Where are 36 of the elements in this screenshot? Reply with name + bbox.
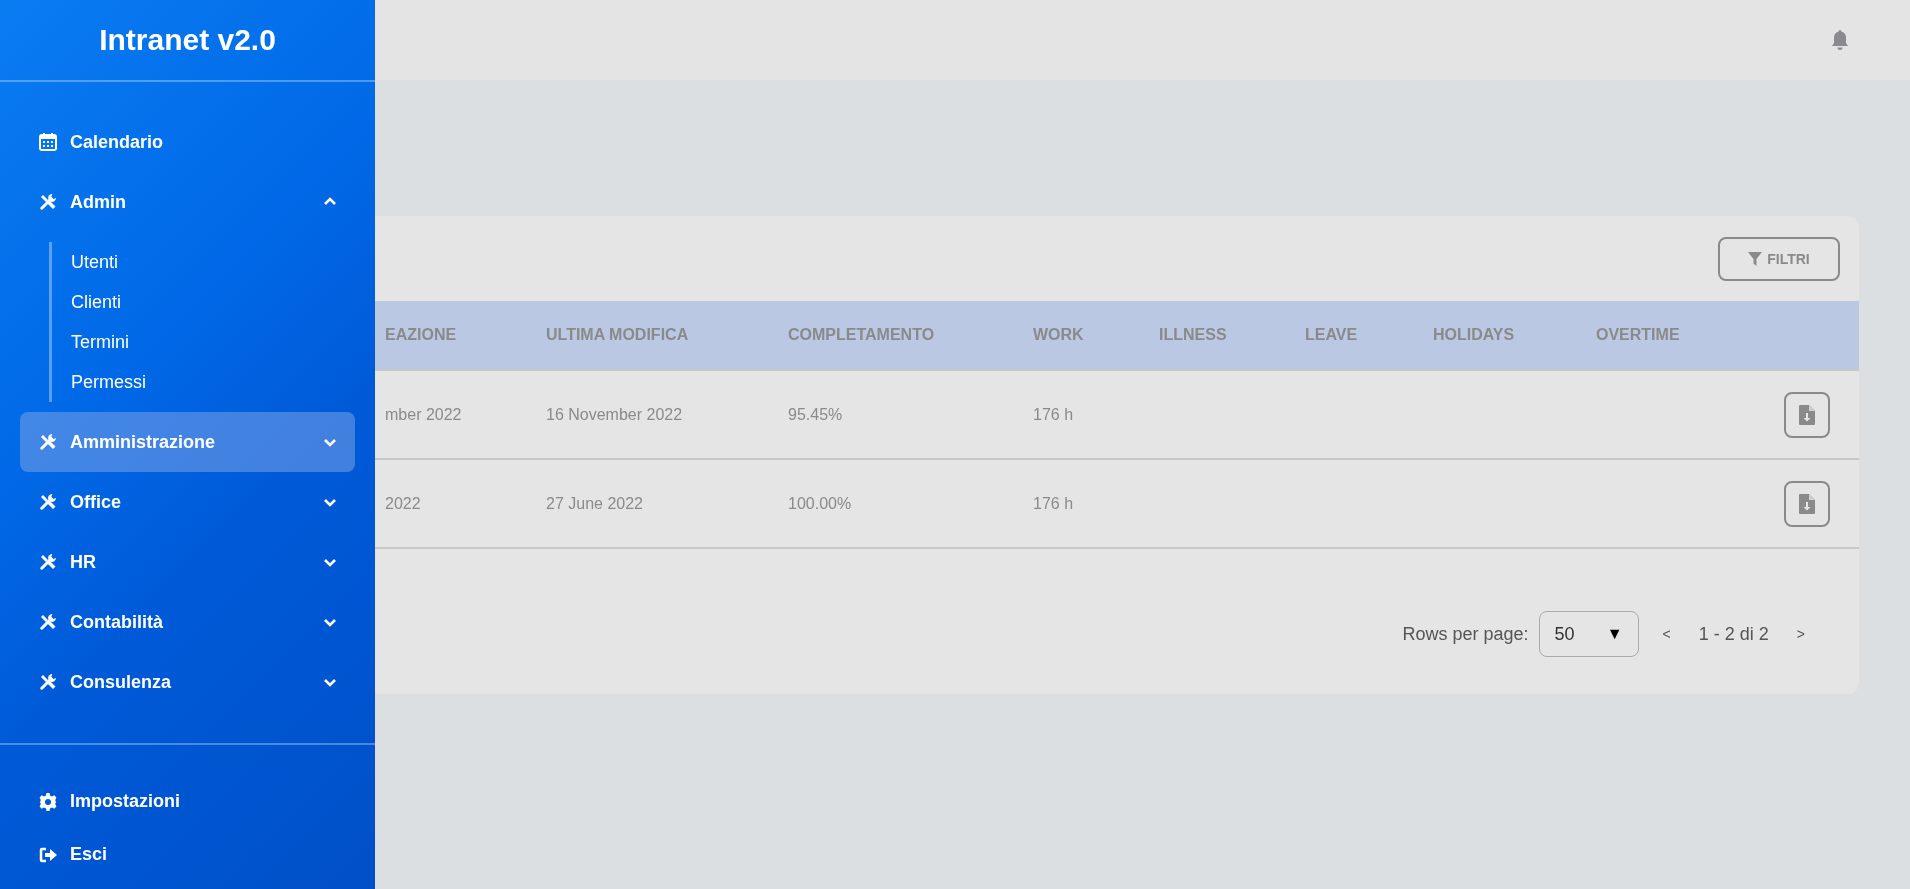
sidebar-item[interactable]: Admin bbox=[20, 172, 355, 232]
submenu-item[interactable]: Permessi bbox=[71, 362, 375, 402]
column-header: ILLNESS bbox=[1159, 326, 1228, 344]
column-header: COMPLETAMENTO bbox=[788, 326, 936, 344]
submenu-item[interactable]: Clienti bbox=[71, 282, 375, 322]
sidebar-item[interactable]: Esci bbox=[20, 828, 355, 881]
column-header: OVERTIME bbox=[1596, 326, 1681, 344]
sidebar-item[interactable]: Office bbox=[20, 472, 355, 532]
table-cell-text: 176 h bbox=[1033, 494, 1075, 513]
next-page-button[interactable]: > bbox=[1782, 626, 1819, 642]
app-title: Intranet v2.0 bbox=[99, 23, 276, 57]
table-cell-text: 95.45% bbox=[788, 405, 844, 424]
table-cell-text: 100.00% bbox=[788, 494, 853, 513]
column-header: HOLIDAYS bbox=[1433, 326, 1516, 344]
column-header: LEAVE bbox=[1305, 326, 1359, 344]
submenu-item[interactable]: Termini bbox=[71, 322, 375, 362]
table-cell-text: 27 June 2022 bbox=[546, 494, 644, 513]
sidebar-item[interactable]: Consulenza bbox=[20, 652, 355, 712]
column-header: ULTIMA MODIFICA bbox=[546, 326, 690, 344]
rows-per-page-select[interactable]: 50 ▼ bbox=[1538, 611, 1639, 657]
table-cell-text: 16 November 2022 bbox=[546, 405, 684, 424]
sidebar-item[interactable]: HR bbox=[20, 532, 355, 592]
submenu-item[interactable]: Utenti bbox=[71, 242, 375, 282]
sidebar-item[interactable]: Impostazioni bbox=[20, 775, 355, 828]
column-header: WORK bbox=[1033, 326, 1085, 344]
sidebar-item[interactable]: Calendario bbox=[20, 112, 355, 172]
column-header: EAZIONE bbox=[385, 326, 458, 344]
filter-button[interactable]: FILTRI bbox=[1718, 236, 1840, 281]
table-cell-text: mber 2022 bbox=[385, 405, 463, 424]
previous-page-button[interactable]: < bbox=[1648, 626, 1685, 642]
table-cell-text: 176 h bbox=[1033, 405, 1075, 424]
sidebar-item[interactable]: Amministrazione bbox=[20, 412, 355, 472]
page-range: 1 - 2 di 2 bbox=[1697, 623, 1770, 645]
sidebar-item[interactable]: Contabilità bbox=[20, 592, 355, 652]
table-cell-text: 2022 bbox=[385, 494, 422, 513]
rows-per-page-label: Rows per page: bbox=[1402, 623, 1529, 645]
